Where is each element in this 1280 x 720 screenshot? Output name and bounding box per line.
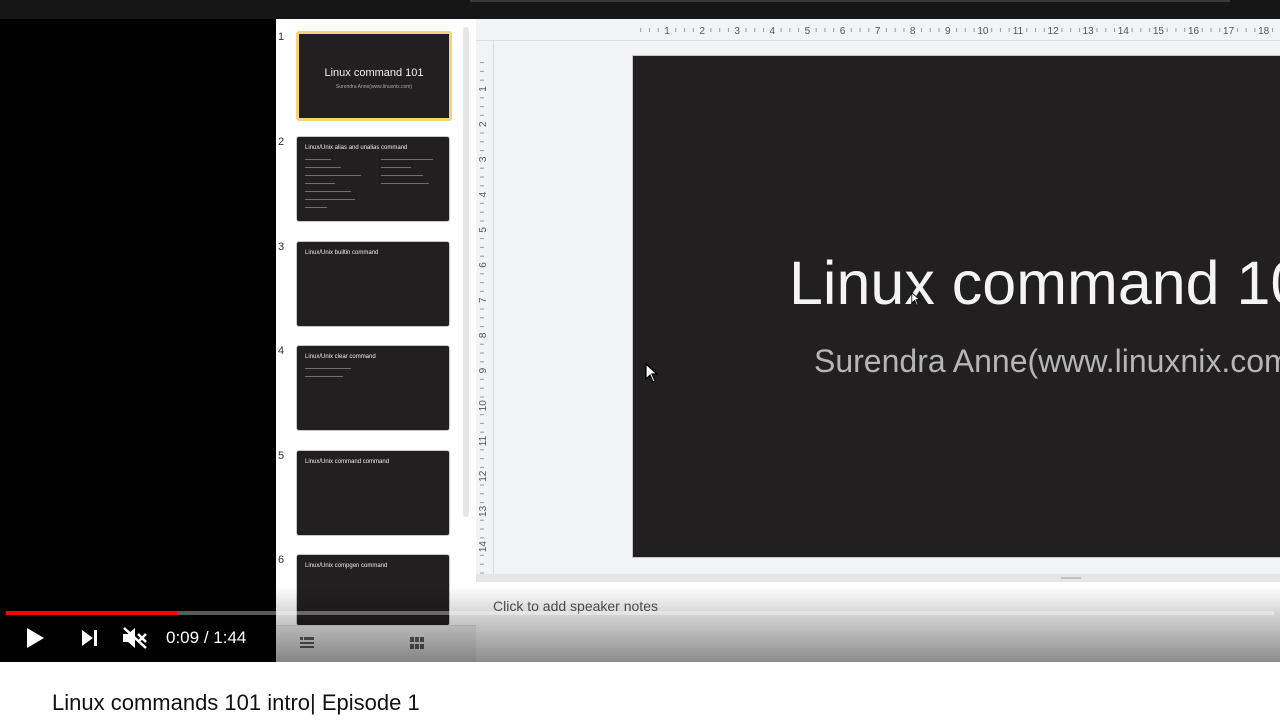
ruler-label: 1 <box>478 86 489 92</box>
ruler-label: 2 <box>478 121 489 127</box>
thumbnail-title: Linux command 101 <box>324 67 424 79</box>
youtube-watch-page: 1 Linux command 101 Surendra Anne(www.li… <box>0 0 1280 720</box>
ruler-label: 3 <box>734 26 740 37</box>
slide-number: 1 <box>278 31 285 43</box>
time-display: 0:09 / 1:44 <box>166 628 246 648</box>
slide-number: 5 <box>278 450 285 462</box>
speaker-notes[interactable]: Click to add speaker notes <box>476 582 1280 662</box>
thumbnail-title: Linux/Unix builtin command <box>305 250 379 256</box>
slide-thumbnail[interactable]: Linux/Unix builtin command <box>296 241 450 327</box>
slide-number: 2 <box>278 136 285 148</box>
slides-app: 1 Linux command 101 Surendra Anne(www.li… <box>276 19 1280 662</box>
mute-button[interactable] <box>119 622 151 654</box>
time-current: 0:09 <box>166 628 200 647</box>
horizontal-ruler: 1 2 3 4 5 6 7 8 9 10 11 12 13 14 15 16 17 18 <box>476 19 1280 41</box>
ruler-label: 6 <box>478 262 489 268</box>
ruler-label: 13 <box>1083 26 1095 37</box>
slide-number: 3 <box>278 241 285 253</box>
ruler-label: 3 <box>478 156 489 162</box>
ruler-label: 14 <box>478 541 489 553</box>
time-separator: / <box>199 628 214 647</box>
slide-number: 4 <box>278 345 285 357</box>
ruler-label: 2 <box>699 26 705 37</box>
ruler-label: 10 <box>977 26 989 37</box>
slide-subtitle[interactable]: Surendra Anne(www.linuxnix.com) <box>814 343 1280 380</box>
ruler-label: 8 <box>910 26 916 37</box>
ruler-label: 11 <box>1013 26 1024 37</box>
slide-thumbnail[interactable]: Linux/Unix compgen command <box>296 554 450 626</box>
next-icon <box>82 630 97 646</box>
filmstrip-scrollbar[interactable] <box>463 27 469 517</box>
time-total: 1:44 <box>213 628 247 647</box>
ruler-label: 8 <box>478 332 489 338</box>
slide-thumbnail[interactable]: Linux command 101 Surendra Anne(www.linu… <box>296 31 452 121</box>
grid-view-icon[interactable] <box>410 636 424 653</box>
video-top-strip <box>0 0 1280 19</box>
ruler-label: 1 <box>664 26 670 37</box>
slide-thumbnail[interactable]: Linux/Unix alias and unalias command <box>296 136 450 222</box>
next-button[interactable] <box>74 622 104 654</box>
notes-resize-handle[interactable] <box>476 574 1280 582</box>
ruler-label: 13 <box>478 505 489 517</box>
progress-played <box>6 611 178 615</box>
slide-thumbnail[interactable]: Linux/Unix clear command <box>296 345 450 431</box>
slide-thumbnail[interactable]: Linux/Unix command command <box>296 450 450 536</box>
thumbnail-title: Linux/Unix compgen command <box>305 563 388 569</box>
slide-editor: 1 2 3 4 5 6 7 8 9 10 11 12 13 14 15 16 17 18 1 2 3 4 5 6 7 8 9 10 1… <box>476 19 1280 574</box>
ruler-label: 5 <box>805 26 811 37</box>
ruler-label: 11 <box>478 435 489 446</box>
ruler-label: 12 <box>1048 26 1060 37</box>
ruler-label: 16 <box>1188 26 1200 37</box>
mouse-cursor-icon <box>645 363 659 383</box>
ruler-label: 10 <box>478 400 489 412</box>
play-button[interactable] <box>20 622 50 654</box>
thumbnail-title: Linux/Unix alias and unalias command <box>305 145 408 151</box>
ruler-label: 7 <box>478 297 489 303</box>
ruler-label: 4 <box>478 191 489 197</box>
thumbnail-title: Linux/Unix clear command <box>305 354 376 360</box>
play-icon <box>27 628 44 648</box>
video-player[interactable]: 1 Linux command 101 Surendra Anne(www.li… <box>0 0 1280 662</box>
ruler-label: 18 <box>1258 26 1270 37</box>
vertical-ruler: 1 2 3 4 5 6 7 8 9 10 11 12 13 14 <box>476 41 494 574</box>
slide-canvas[interactable]: Linux command 101 Surendra Anne(www.linu… <box>632 55 1280 558</box>
mouse-cursor-icon <box>911 292 921 306</box>
ruler-label: 9 <box>478 367 489 373</box>
slide-filmstrip: 1 Linux command 101 Surendra Anne(www.li… <box>276 19 476 662</box>
video-title: Linux commands 101 intro| Episode 1 <box>52 690 420 715</box>
ruler-label: 7 <box>875 26 881 37</box>
slide-title[interactable]: Linux command 101 <box>789 248 1280 318</box>
ruler-label: 12 <box>478 470 489 482</box>
ruler-label: 4 <box>770 26 776 37</box>
ruler-label: 9 <box>945 26 951 37</box>
ruler-label: 6 <box>840 26 846 37</box>
ruler-label: 5 <box>478 227 489 233</box>
thumbnail-title: Linux/Unix command command <box>305 459 390 465</box>
thumbnail-subtitle: Surendra Anne(www.linuxnix.com) <box>335 84 413 90</box>
filmstrip-footer <box>276 625 476 662</box>
slide-number: 6 <box>278 554 285 566</box>
ruler-label: 17 <box>1223 26 1235 37</box>
ruler-label: 15 <box>1153 26 1165 37</box>
volume-muted-icon <box>123 627 147 649</box>
video-progress-bar[interactable] <box>6 611 1274 615</box>
ruler-label: 14 <box>1118 26 1130 37</box>
list-view-icon[interactable] <box>300 636 314 653</box>
